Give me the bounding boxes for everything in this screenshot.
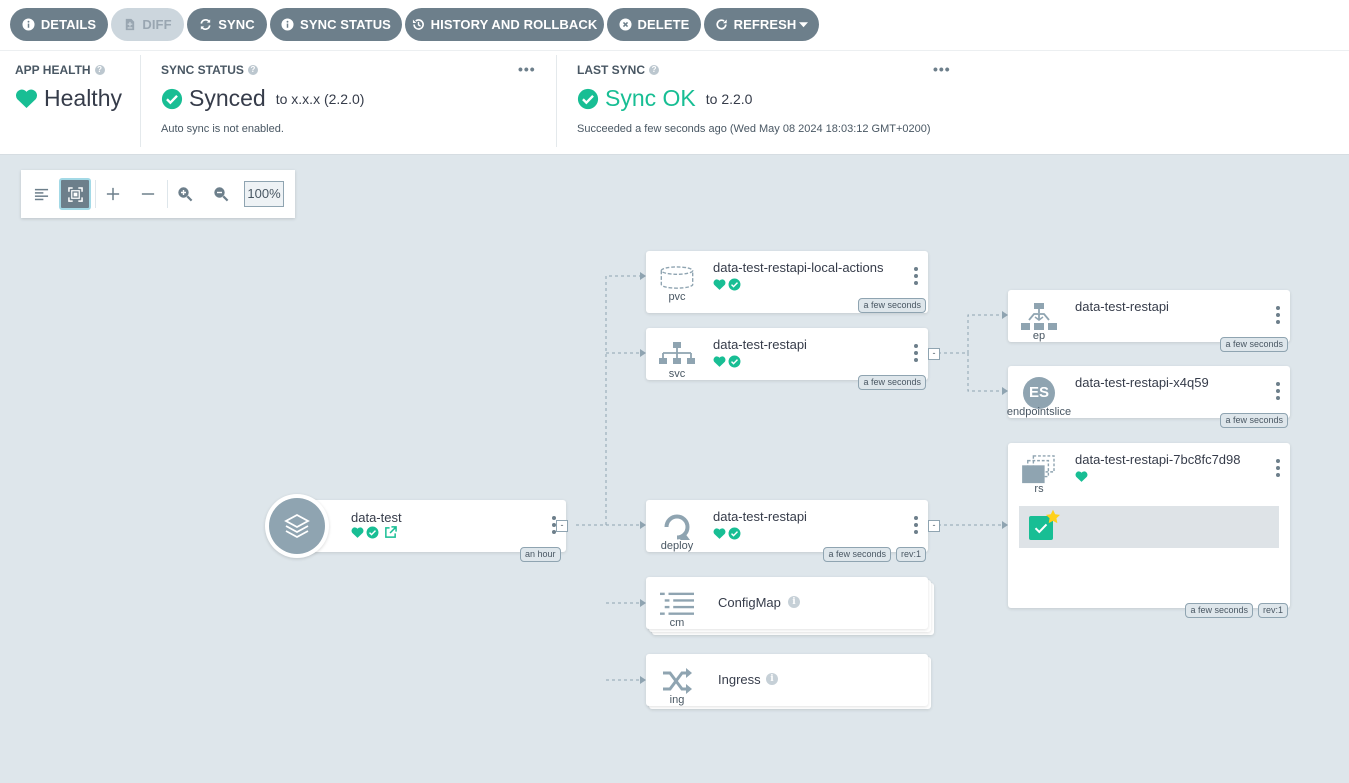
node-kind: svc: [668, 368, 686, 380]
check-circle-icon: [728, 278, 741, 291]
node-kind: pvc: [668, 291, 686, 303]
node-name: data-test-restapi-7bc8fc7d98: [1075, 452, 1241, 467]
info-icon[interactable]: i: [788, 596, 800, 608]
heart-icon: [1075, 470, 1088, 483]
node-name: Ingress: [718, 672, 761, 687]
check-circle-icon: [728, 527, 741, 540]
node-name: data-test-restapi-local-actions: [713, 260, 884, 275]
age-tag: a few seconds: [858, 298, 926, 313]
age-tag: a few seconds: [858, 375, 926, 390]
collapse-toggle[interactable]: -: [556, 520, 568, 532]
check-circle-icon: [728, 355, 741, 368]
collapse-toggle[interactable]: -: [928, 348, 940, 360]
revision-tag: rev:1: [1257, 603, 1288, 618]
node-menu-icon[interactable]: [914, 344, 918, 362]
resource-group-ingress[interactable]: ing Ingress i: [646, 654, 928, 706]
node-name: ConfigMap: [718, 595, 781, 610]
node-kind: deploy: [660, 540, 694, 552]
age-tag: a few seconds: [1185, 603, 1253, 618]
pod-group: [1019, 506, 1279, 548]
heart-icon: [713, 278, 726, 291]
heart-icon: [713, 527, 726, 540]
external-link-icon[interactable]: [381, 526, 397, 539]
resource-node-rs[interactable]: rs data-test-restapi-7bc8fc7d98 a few se…: [1008, 443, 1290, 618]
resource-node-pvc[interactable]: pvc data-test-restapi-local-actions a fe…: [646, 251, 928, 313]
resource-group-configmap[interactable]: cm ConfigMap i: [646, 577, 928, 629]
age-tag: a few seconds: [1220, 337, 1288, 352]
info-icon[interactable]: i: [766, 673, 778, 685]
revision-tag: rev:1: [895, 547, 926, 562]
node-menu-icon[interactable]: [914, 267, 918, 285]
node-name: data-test-restapi: [1075, 299, 1169, 314]
node-kind: endpointslice: [1006, 406, 1072, 418]
layers-icon: [269, 498, 325, 554]
resource-node-deploy[interactable]: deploy data-test-restapi - a few seconds…: [646, 500, 940, 562]
resource-node-ep[interactable]: ep data-test-restapi a few seconds: [1008, 290, 1290, 352]
node-name: data-test-restapi: [713, 509, 807, 524]
node-kind: ep: [1032, 330, 1046, 342]
node-menu-icon[interactable]: [1276, 459, 1280, 477]
age-tag: a few seconds: [1220, 413, 1288, 428]
node-kind: ing: [669, 694, 685, 706]
age-tag: an hour: [520, 547, 561, 562]
age-tag: a few seconds: [823, 547, 891, 562]
app-node-data-test[interactable]: - data-test an hour: [290, 500, 568, 562]
es-abbr: ES: [1023, 377, 1055, 409]
check-circle-icon: [366, 526, 379, 539]
node-menu-icon[interactable]: [914, 516, 918, 534]
star-icon: [1045, 509, 1061, 524]
heart-icon: [351, 526, 364, 539]
node-name: data-test-restapi: [713, 337, 807, 352]
node-kind: rs: [1034, 483, 1044, 495]
node-menu-icon[interactable]: [552, 516, 556, 534]
heart-icon: [713, 355, 726, 368]
resource-node-svc[interactable]: svc data-test-restapi - a few seconds: [646, 328, 940, 390]
node-kind: cm: [669, 617, 685, 629]
node-name: data-test-restapi-x4q59: [1075, 375, 1209, 390]
resource-node-endpointslice[interactable]: ES endpointslice data-test-restapi-x4q59…: [1007, 366, 1290, 428]
node-menu-icon[interactable]: [1276, 382, 1280, 400]
node-menu-icon[interactable]: [1276, 306, 1280, 324]
app-node-icon[interactable]: [265, 494, 329, 558]
collapse-toggle[interactable]: -: [928, 520, 940, 532]
node-name: data-test: [351, 510, 402, 525]
